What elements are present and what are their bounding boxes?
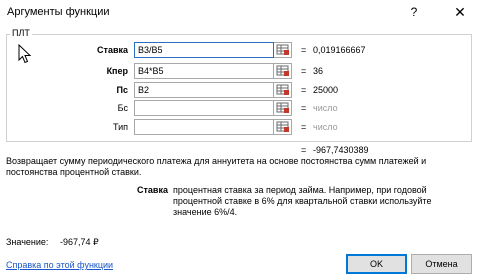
argument-result: 25000 bbox=[313, 85, 339, 95]
argument-equals: = bbox=[301, 45, 307, 55]
argument-input[interactable]: B2 bbox=[134, 82, 274, 98]
value-label: Значение: bbox=[6, 237, 49, 247]
argument-equals: = bbox=[301, 85, 307, 95]
window-title: Аргументы функции bbox=[7, 6, 110, 18]
argument-result: число bbox=[313, 122, 338, 132]
title-bar: Аргументы функции ? ✕ bbox=[0, 0, 480, 26]
argument-input[interactable]: B4*B5 bbox=[134, 63, 274, 79]
collapse-dialog-icon[interactable] bbox=[274, 119, 292, 135]
argument-input[interactable] bbox=[134, 119, 274, 135]
argument-equals: = bbox=[301, 103, 307, 113]
argument-input[interactable]: B3/B5 bbox=[134, 42, 274, 58]
help-icon[interactable]: ? bbox=[406, 4, 422, 20]
argument-row: Тип = число bbox=[0, 119, 480, 135]
argument-result: 36 bbox=[313, 66, 324, 76]
cancel-button[interactable]: Отмена bbox=[411, 254, 472, 274]
argument-result: число bbox=[313, 103, 338, 113]
argument-row: Кпер B4*B5 = 36 bbox=[0, 63, 480, 79]
argument-label: Тип bbox=[112, 122, 128, 132]
function-description: Возвращает сумму периодического платежа … bbox=[6, 156, 427, 177]
argument-help-name: Ставка bbox=[137, 185, 168, 195]
argument-result: 0,019166667 bbox=[313, 45, 366, 55]
collapse-dialog-icon[interactable] bbox=[274, 82, 292, 98]
close-icon[interactable]: ✕ bbox=[452, 4, 468, 20]
argument-label: Кпер bbox=[106, 66, 128, 76]
formula-result: -967,7430389 bbox=[313, 145, 369, 155]
argument-label: Ставка bbox=[97, 45, 128, 55]
argument-input[interactable] bbox=[134, 100, 274, 116]
collapse-dialog-icon[interactable] bbox=[274, 63, 292, 79]
argument-equals: = bbox=[301, 122, 307, 132]
formula-result-equals: = bbox=[301, 145, 307, 155]
ok-button[interactable]: OK bbox=[346, 254, 407, 274]
help-link[interactable]: Справка по этой функции bbox=[6, 260, 113, 270]
argument-row: Ставка B3/B5 = 0,019166667 bbox=[0, 42, 480, 58]
collapse-dialog-icon[interactable] bbox=[274, 100, 292, 116]
argument-help-text: процентная ставка за период займа. Напри… bbox=[173, 185, 432, 217]
argument-row: Бс = число bbox=[0, 100, 480, 116]
argument-label: Пс bbox=[116, 85, 128, 95]
argument-equals: = bbox=[301, 66, 307, 76]
collapse-dialog-icon[interactable] bbox=[274, 42, 292, 58]
function-name: ПЛТ bbox=[10, 28, 32, 38]
argument-row: Пс B2 = 25000 bbox=[0, 82, 480, 98]
argument-label: Бс bbox=[117, 103, 128, 113]
value-result: -967,74 ₽ bbox=[60, 237, 99, 247]
